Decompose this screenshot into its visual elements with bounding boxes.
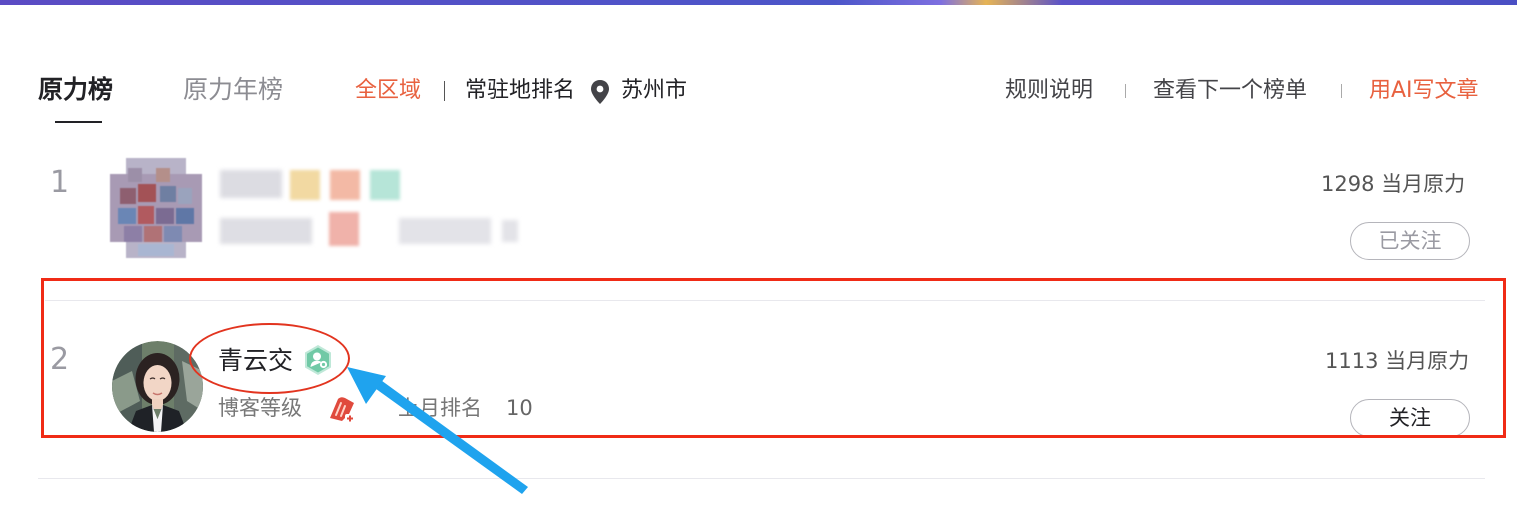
page: 原力榜 原力年榜 全区域 常驻地排名 苏州市 规则说明 查看下一个榜单 用AI写…	[0, 0, 1517, 507]
annotation-arrow	[347, 367, 528, 494]
